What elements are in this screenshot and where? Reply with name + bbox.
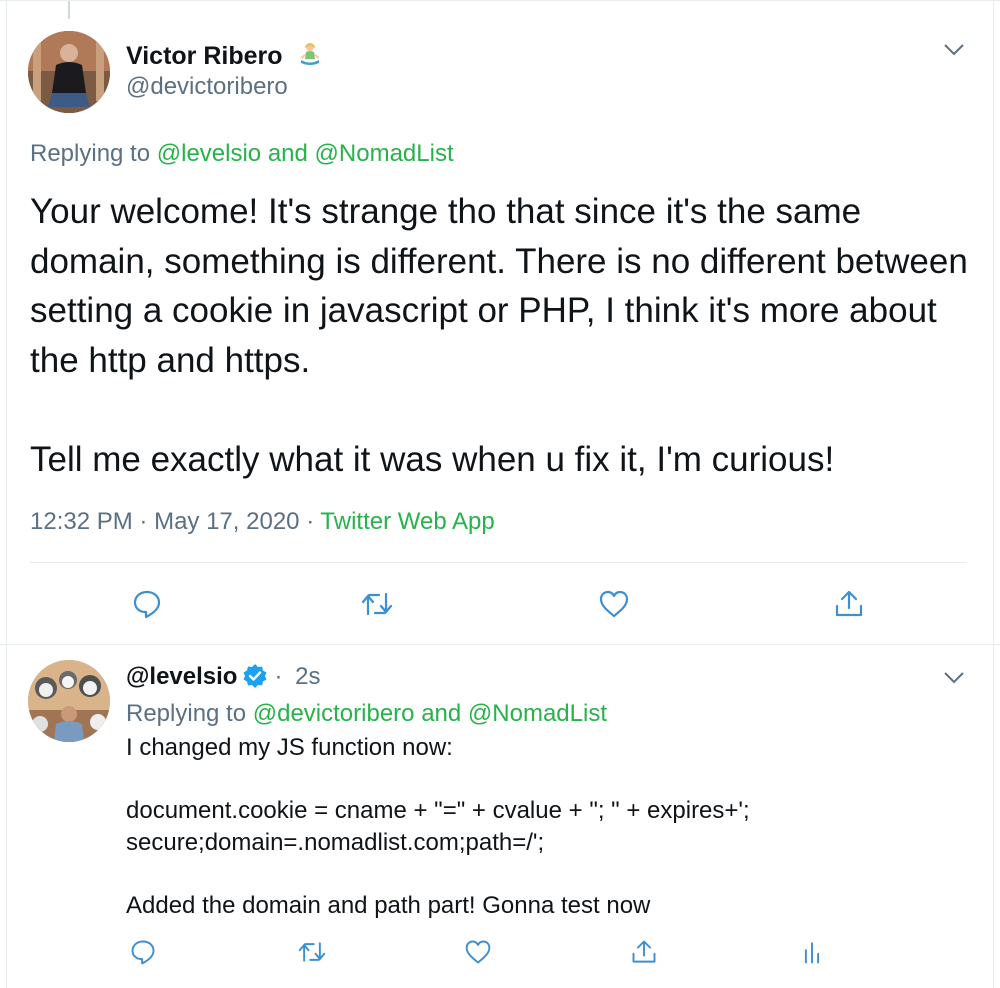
like-icon: [465, 940, 491, 964]
share-button[interactable]: [832, 587, 866, 621]
analytics-icon: [804, 942, 820, 964]
replying-and: and: [267, 140, 308, 167]
replying-and: and: [421, 700, 462, 727]
tweet-paragraph: Your welcome! It's strange tho that sinc…: [30, 192, 968, 380]
reply-line: Added the domain and path part! Gonna te…: [126, 891, 651, 919]
time-separator: ·: [274, 663, 283, 690]
tweet-paragraph: Tell me exactly what it was when u fix i…: [30, 439, 835, 479]
mention-nomadlist[interactable]: @NomadList: [468, 700, 607, 727]
tweet-thread: Victor Ribero @devictoribero Replying to…: [0, 0, 1000, 988]
replying-to: Replying to @devictoribero and @NomadLis…: [126, 700, 607, 728]
mention-levelsio[interactable]: @levelsio: [157, 140, 261, 167]
tweet-source[interactable]: Twitter Web App: [320, 508, 494, 535]
reply-line: secure;domain=.nomadlist.com;path=/';: [126, 828, 545, 856]
mention-nomadlist[interactable]: @NomadList: [315, 140, 454, 167]
replying-prefix: Replying to: [30, 140, 151, 167]
tweet-divider: [0, 644, 1000, 645]
analytics-button[interactable]: [797, 937, 827, 967]
reply-button[interactable]: [128, 937, 158, 967]
avatar[interactable]: [28, 660, 110, 742]
like-button[interactable]: [597, 587, 631, 621]
share-icon: [632, 940, 656, 963]
avatar[interactable]: [28, 31, 110, 113]
retweet-icon: [298, 942, 326, 962]
replying-prefix: Replying to: [126, 700, 247, 727]
tweet-text: Your welcome! It's strange tho that sinc…: [30, 187, 970, 484]
replying-to: Replying to @levelsio and @NomadList: [30, 140, 454, 168]
like-icon: [599, 590, 629, 618]
tweet-metadata: 12:32 PM · May 17, 2020 · Twitter Web Ap…: [30, 508, 495, 536]
avatar-photo-victor: [28, 31, 110, 113]
retweet-icon: [361, 592, 393, 616]
tweet-time[interactable]: 12:32 PM: [30, 508, 133, 535]
author-handle[interactable]: @levelsio: [126, 663, 237, 690]
retweet-button[interactable]: [297, 937, 327, 967]
relative-time[interactable]: 2s: [295, 663, 320, 690]
reply-header: @levelsio · 2s: [126, 663, 321, 691]
like-button[interactable]: [463, 937, 493, 967]
tweet-date[interactable]: May 17, 2020: [154, 508, 299, 535]
divider: [30, 562, 967, 563]
meta-separator: ·: [306, 508, 315, 535]
reply-icon: [131, 940, 155, 965]
reply-icon: [133, 590, 161, 619]
chevron-down-icon[interactable]: [943, 671, 965, 685]
chevron-down-icon[interactable]: [943, 43, 965, 57]
avatar-photo-levelsio: [28, 660, 110, 742]
share-icon: [835, 590, 863, 617]
retweet-button[interactable]: [360, 587, 394, 621]
person-meditating-emoji-icon: [301, 43, 320, 65]
author-handle[interactable]: @devictoribero: [126, 73, 288, 101]
share-button[interactable]: [629, 937, 659, 967]
author-name[interactable]: Victor Ribero: [126, 41, 323, 71]
author-name-text[interactable]: Victor Ribero: [126, 42, 283, 70]
meta-separator: ·: [139, 508, 148, 535]
reply-line: I changed my JS function now:: [126, 734, 453, 761]
verified-badge-icon: [243, 664, 267, 688]
reply-line: document.cookie = cname + "=" + cvalue +…: [126, 797, 750, 824]
mention-devictoribero[interactable]: @devictoribero: [253, 700, 415, 727]
focused-tweet: Victor Ribero @devictoribero Replying to…: [0, 1, 1000, 645]
reply-button[interactable]: [130, 587, 164, 621]
reply-text: I changed my JS function now: document.c…: [126, 732, 986, 921]
